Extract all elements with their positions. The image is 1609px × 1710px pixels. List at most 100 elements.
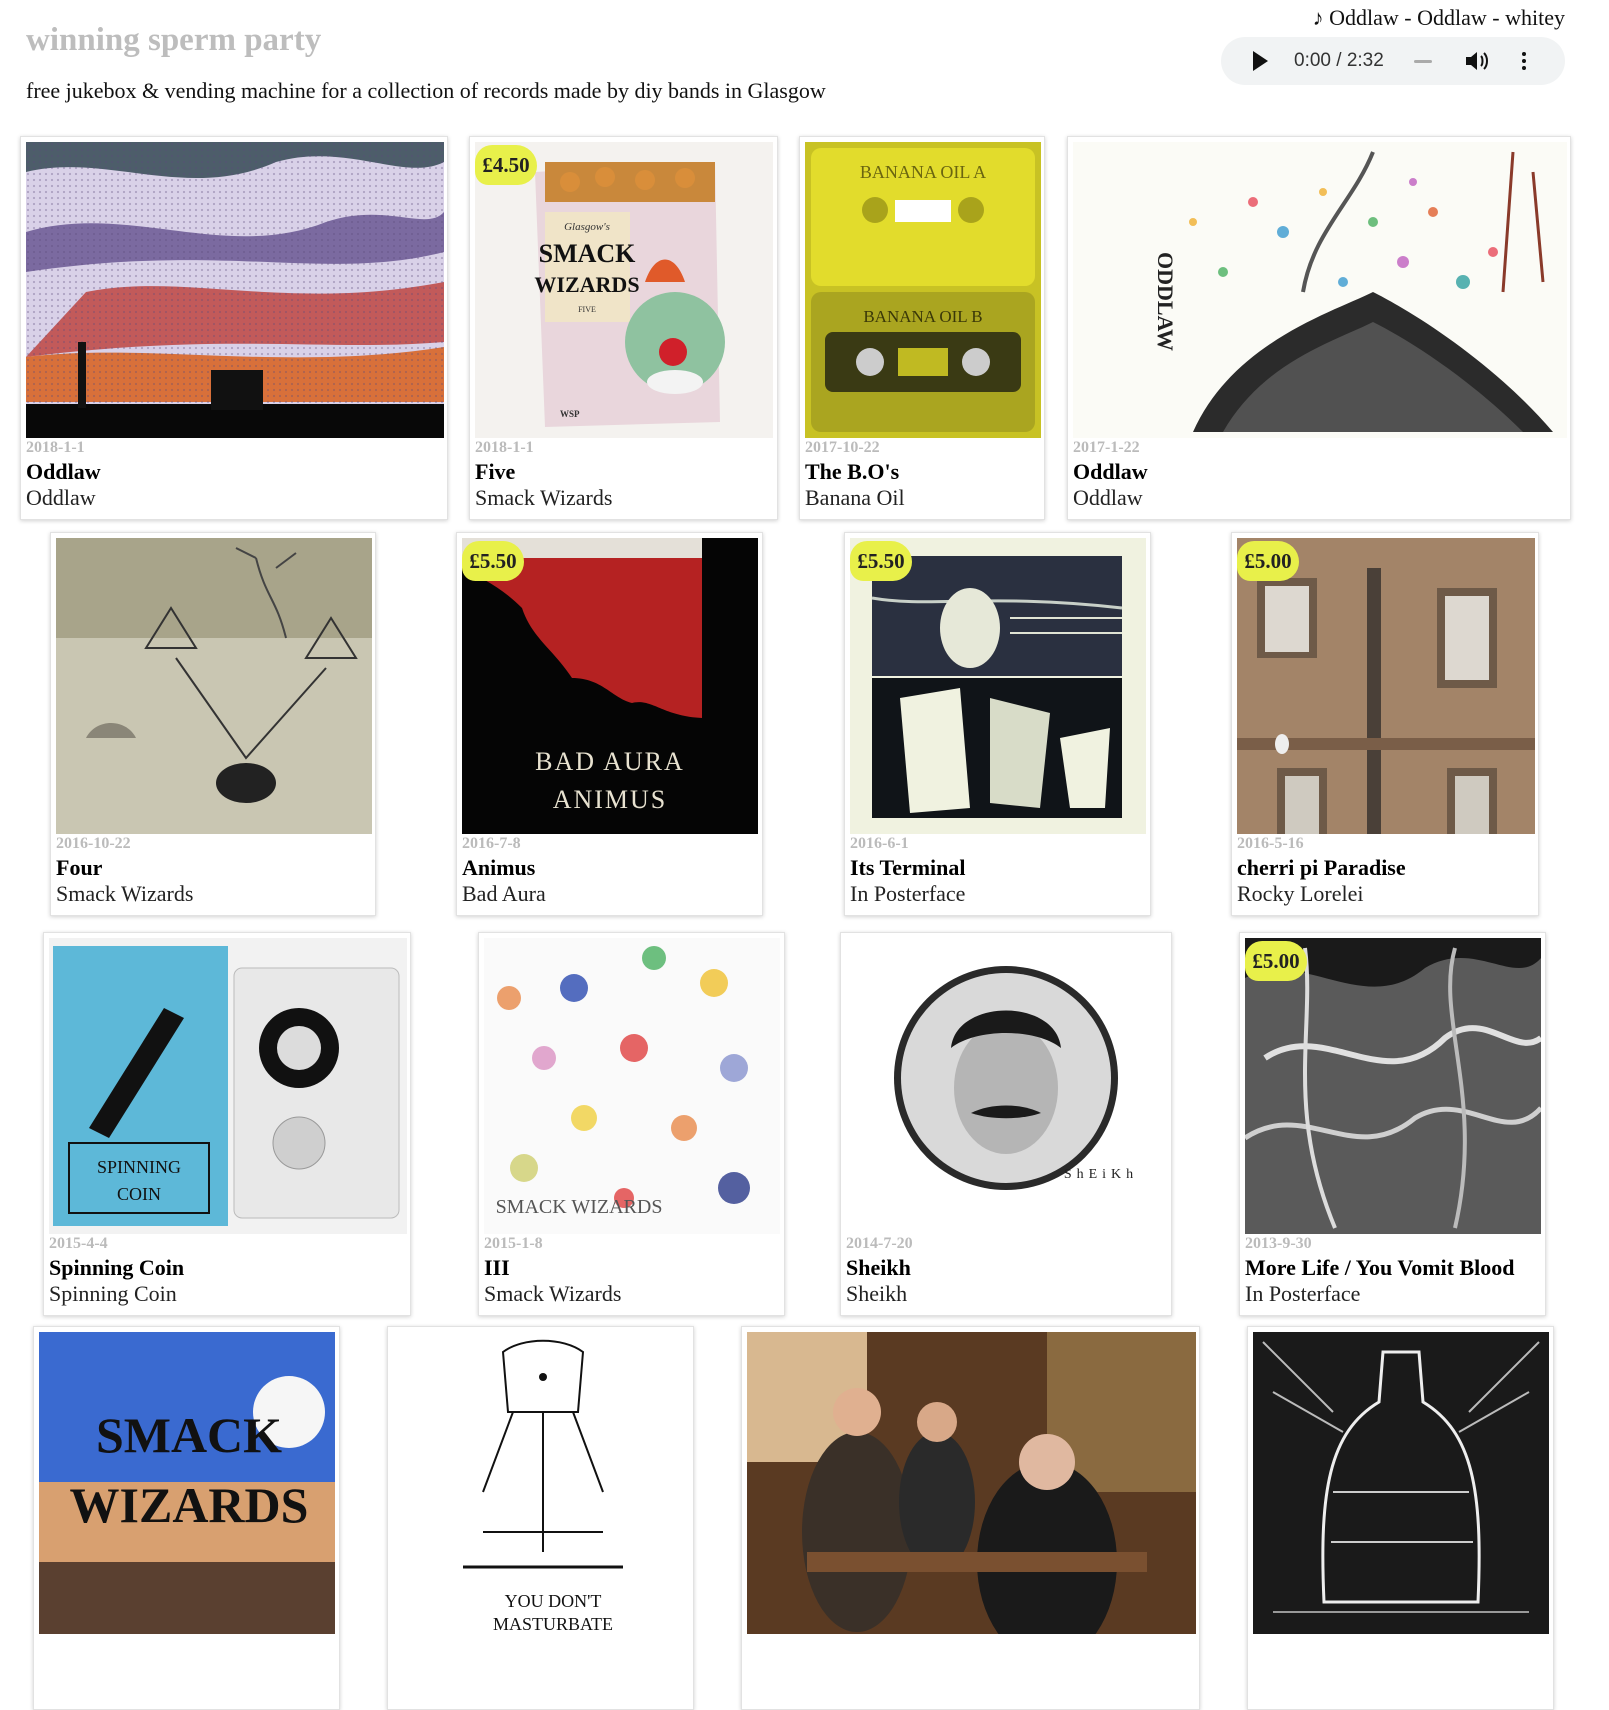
now-playing-label: ♪ Oddlaw - Oddlaw - whitey — [1312, 5, 1565, 30]
cover-art-spinning-coin[interactable]: SPINNING COIN — [49, 938, 407, 1234]
iii-cover-text: SMACK WIZARDS — [496, 1196, 663, 1218]
release-date: 2018-1-1 — [26, 439, 85, 456]
progress-track[interactable] — [1413, 59, 1432, 63]
release-date: 2014-7-20 — [846, 1235, 913, 1252]
release-date: 2015-1-8 — [484, 1235, 543, 1252]
release-artist[interactable]: Oddlaw — [1073, 485, 1143, 511]
sketch-cover-text: MASTURBATE — [493, 1614, 613, 1634]
price-tag: £5.50 — [462, 541, 524, 581]
play-icon[interactable] — [1253, 51, 1268, 71]
release-artist[interactable]: Rocky Lorelei — [1237, 881, 1363, 907]
cover-art-oddlaw-colourful[interactable]: ODDLAW — [1073, 142, 1567, 438]
release-date: 2017-10-22 — [805, 439, 880, 456]
release-artist[interactable]: Oddlaw — [26, 485, 96, 511]
cover-art-bottle[interactable] — [1253, 1332, 1549, 1634]
release-card[interactable]: SPINNING COIN 2015-4-4 Spinning Coin Spi… — [43, 932, 411, 1316]
spinning-cover-text: COIN — [117, 1184, 161, 1204]
price-tag: £5.00 — [1245, 941, 1307, 981]
release-title[interactable]: Four — [56, 855, 102, 881]
price-tag: £5.00 — [1237, 541, 1299, 581]
cover-art-pub-photo[interactable] — [747, 1332, 1196, 1634]
release-artist[interactable]: Banana Oil — [805, 485, 905, 511]
release-date: 2015-4-4 — [49, 1235, 108, 1252]
animus-cover-text: ANIMUS — [553, 785, 668, 814]
release-title[interactable]: Spinning Coin — [49, 1255, 184, 1281]
release-artist[interactable]: In Posterface — [850, 881, 965, 907]
release-date: 2018-1-1 — [475, 439, 534, 456]
release-card[interactable]: ODDLAW 2017-1-22 Oddlaw Oddlaw — [1067, 136, 1571, 520]
release-date: 2017-1-22 — [1073, 439, 1140, 456]
release-date: 2016-10-22 — [56, 835, 131, 852]
release-card[interactable]: £5.00 2013-9-30 More Life / You Vomit Bl… — [1239, 932, 1546, 1316]
five-cover-text: WSP — [560, 409, 580, 419]
more-options-icon[interactable] — [1521, 52, 1526, 70]
price-tag: £4.50 — [475, 145, 537, 185]
cover-art-smack-wizards-mosaic[interactable]: SMACK WIZARDS — [39, 1332, 335, 1634]
release-title[interactable]: Oddlaw — [1073, 459, 1148, 485]
spinning-cover-text: SPINNING — [97, 1157, 181, 1177]
release-artist[interactable]: Spinning Coin — [49, 1281, 177, 1307]
cover-art-bos-cassettes[interactable]: BANANA OIL A BANANA OIL B — [805, 142, 1041, 438]
release-card[interactable]: YOU DON'T MASTURBATE — [387, 1326, 694, 1710]
release-card[interactable]: SMACK WIZARDS 2015-1-8 III Smack Wizards — [478, 932, 785, 1316]
release-title[interactable]: Animus — [462, 855, 535, 881]
oddlaw2-cover-text: ODDLAW — [1153, 252, 1178, 351]
release-card[interactable]: £5.50 2016-6-1 Its Terminal In Posterfac… — [844, 532, 1151, 916]
release-card[interactable]: SMACK WIZARDS — [33, 1326, 340, 1710]
site-tagline: free jukebox & vending machine for a col… — [26, 78, 826, 103]
cover-art-more-life[interactable] — [1245, 938, 1541, 1234]
site-title[interactable]: winning sperm party — [26, 22, 321, 59]
release-date: 2016-6-1 — [850, 835, 909, 852]
release-artist[interactable]: Smack Wizards — [475, 485, 612, 511]
release-title[interactable]: The B.O's — [805, 459, 899, 485]
release-title[interactable]: Oddlaw — [26, 459, 101, 485]
audio-player: 0:00 / 2:32 — [1221, 37, 1565, 85]
release-card[interactable]: BAD AURA ANIMUS £5.50 2016-7-8 Animus Ba… — [456, 532, 763, 916]
release-card[interactable]: Glasgow's SMACK WIZARDS FIVE WSP £4.50 2… — [469, 136, 778, 520]
release-card[interactable] — [1247, 1326, 1554, 1710]
release-artist[interactable]: Sheikh — [846, 1281, 907, 1307]
cover-art-sheikh[interactable]: ShEiKh — [846, 938, 1168, 1234]
volume-icon[interactable] — [1464, 50, 1490, 72]
five-cover-text: SMACK — [539, 239, 637, 268]
cover-art-four-sketch[interactable] — [56, 538, 372, 834]
five-cover-text: Glasgow's — [564, 221, 610, 233]
cover-art-iii[interactable]: SMACK WIZARDS — [484, 938, 780, 1234]
release-title[interactable]: Five — [475, 459, 515, 485]
release-date: 2016-5-16 — [1237, 835, 1304, 852]
cover-art-its-terminal[interactable] — [850, 538, 1146, 834]
release-date: 2013-9-30 — [1245, 1235, 1312, 1252]
release-artist[interactable]: Smack Wizards — [484, 1281, 621, 1307]
sw-old-cover-text: SMACK — [96, 1407, 282, 1463]
bos-cover-text: BANANA OIL B — [863, 307, 982, 326]
cover-art-cherri-pi-paradise[interactable] — [1237, 538, 1535, 834]
release-title[interactable]: III — [484, 1255, 510, 1281]
release-card[interactable]: £5.00 2016-5-16 cherri pi Paradise Rocky… — [1231, 532, 1539, 916]
cover-art-animus[interactable]: BAD AURA ANIMUS — [462, 538, 758, 834]
five-cover-text: FIVE — [578, 305, 596, 314]
sw-old-cover-text: WIZARDS — [70, 1477, 309, 1533]
sheikh-cover-text: ShEiKh — [1064, 1167, 1138, 1182]
release-title[interactable]: Its Terminal — [850, 855, 966, 881]
release-card[interactable]: ShEiKh 2014-7-20 Sheikh Sheikh — [840, 932, 1172, 1316]
animus-cover-text: BAD AURA — [535, 747, 685, 776]
release-artist[interactable]: In Posterface — [1245, 1281, 1360, 1307]
release-artist[interactable]: Bad Aura — [462, 881, 546, 907]
five-cover-text: WIZARDS — [534, 272, 639, 297]
release-card[interactable] — [741, 1326, 1200, 1710]
release-card[interactable]: BANANA OIL A BANANA OIL B 2017-10-22 The… — [799, 136, 1045, 520]
release-date: 2016-7-8 — [462, 835, 521, 852]
release-title[interactable]: Sheikh — [846, 1255, 911, 1281]
price-tag: £5.50 — [850, 541, 912, 581]
release-card[interactable]: 2016-10-22 Four Smack Wizards — [50, 532, 376, 916]
release-title[interactable]: cherri pi Paradise — [1237, 855, 1406, 881]
bos-cover-text: BANANA OIL A — [860, 162, 986, 182]
playback-time: 0:00 / 2:32 — [1294, 50, 1384, 71]
release-artist[interactable]: Smack Wizards — [56, 881, 193, 907]
cover-art-oddlaw-sunset[interactable] — [26, 142, 444, 438]
release-title[interactable]: More Life / You Vomit Blood — [1245, 1255, 1515, 1281]
cover-art-five[interactable]: Glasgow's SMACK WIZARDS FIVE WSP — [475, 142, 773, 438]
cover-art-sketch-figure[interactable]: YOU DON'T MASTURBATE — [393, 1332, 689, 1634]
release-card[interactable]: 2018-1-1 Oddlaw Oddlaw — [20, 136, 448, 520]
sketch-cover-text: YOU DON'T — [505, 1591, 602, 1611]
